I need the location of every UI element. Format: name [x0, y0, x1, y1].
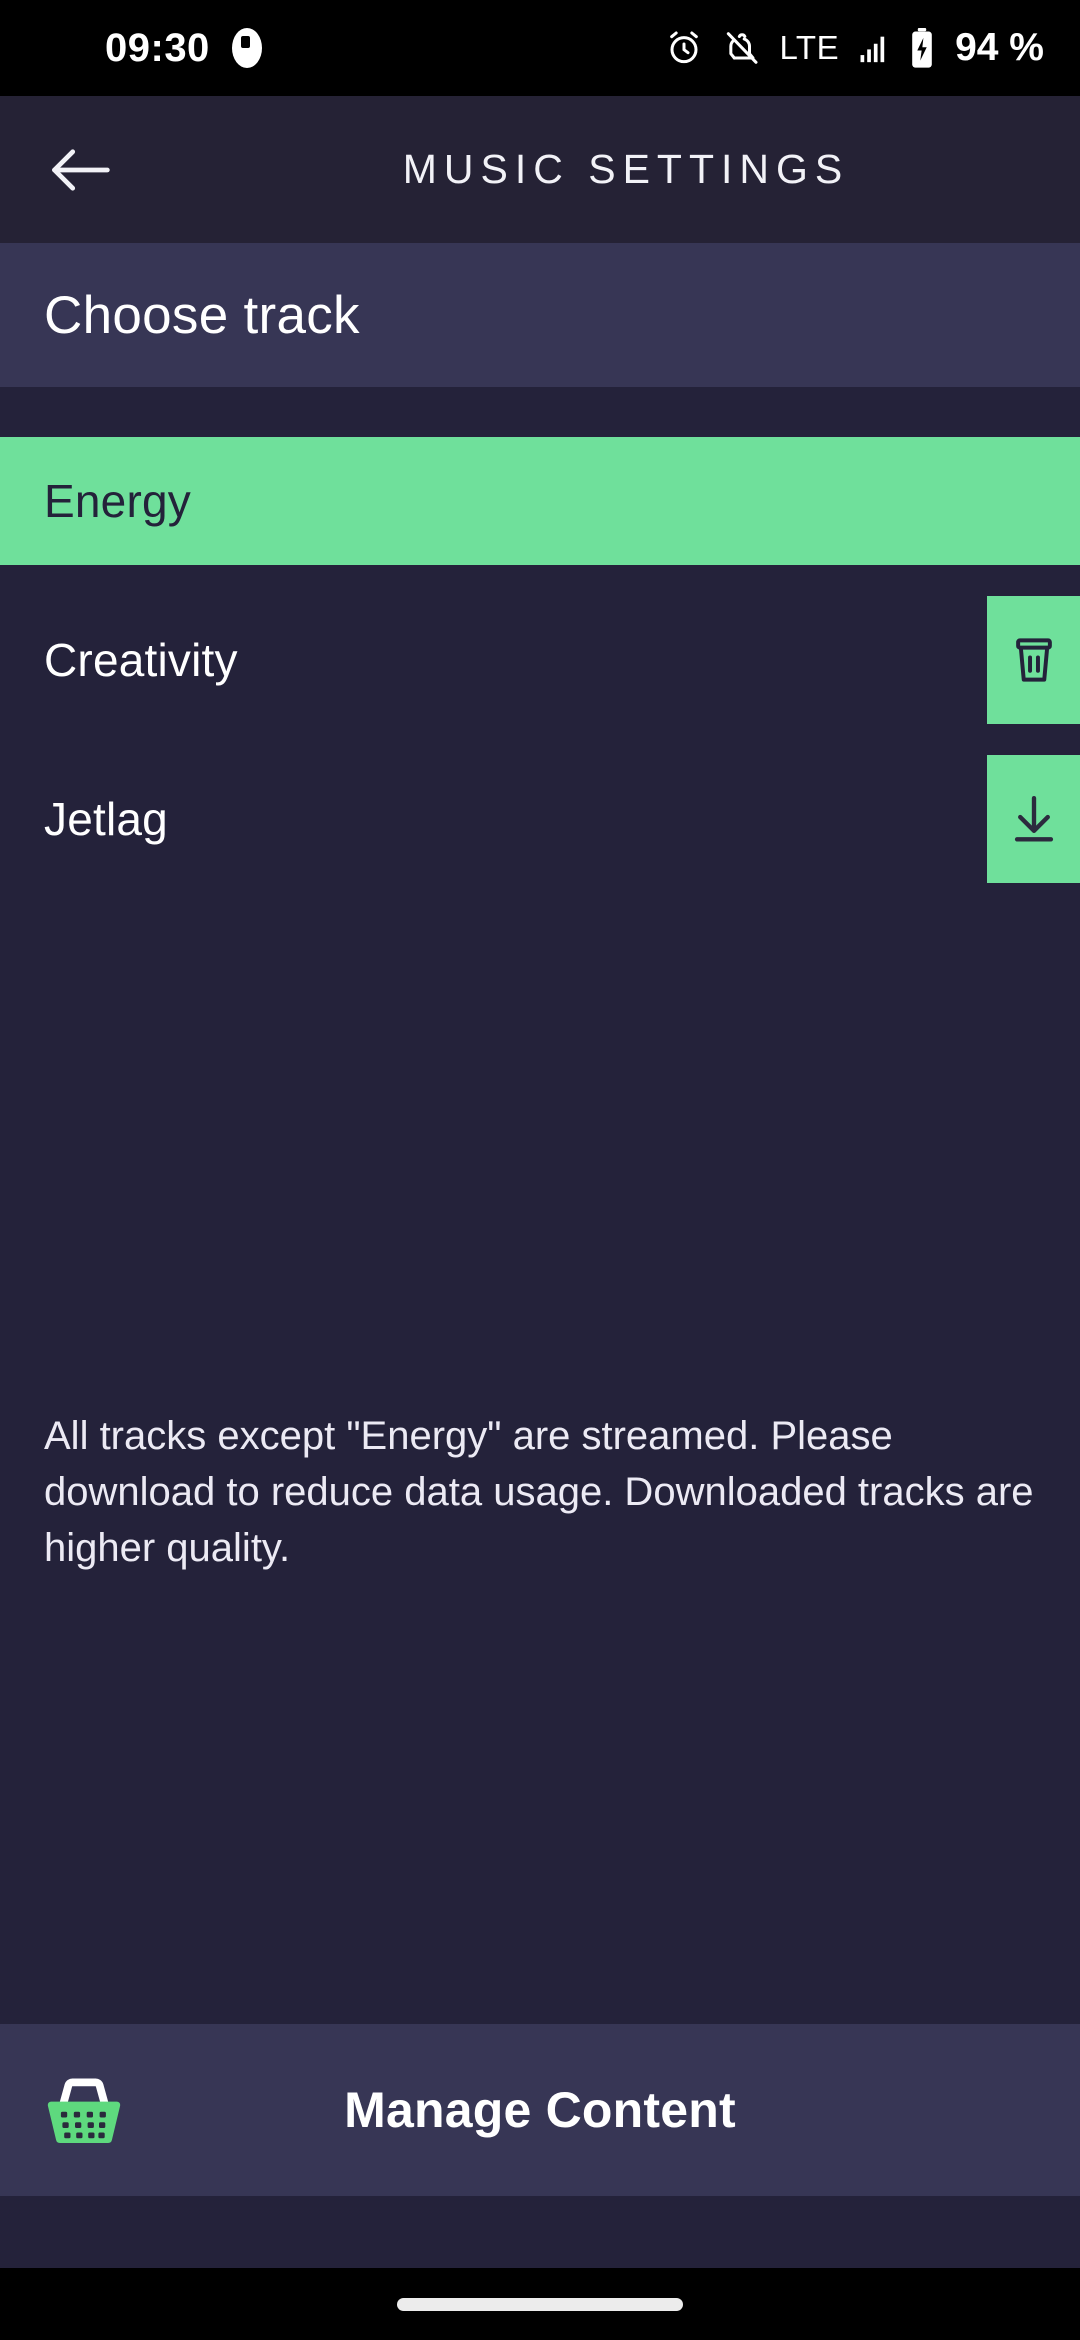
section-gap — [0, 387, 1080, 437]
track-label: Creativity — [44, 634, 238, 686]
manage-content-button[interactable]: Manage Content — [0, 2024, 1080, 2196]
signal-bars-icon — [860, 36, 885, 63]
manage-content-label: Manage Content — [344, 2082, 736, 2138]
status-bar: 09:30 LTE 94 % — [0, 0, 1080, 96]
phone-screen: 09:30 LTE 94 % MUSIC SETTINGS Choose tra… — [0, 0, 1080, 2340]
system-gesture-bar — [0, 2268, 1080, 2340]
status-bar-clock: 09:30 — [105, 26, 210, 70]
battery-percentage-label: 94 % — [955, 26, 1044, 69]
alarm-icon — [669, 31, 698, 64]
content-area: All tracks except "Energy" are streamed.… — [0, 883, 1080, 2024]
notification-dot-icon — [231, 28, 262, 68]
network-type-label: LTE — [779, 29, 840, 66]
streaming-info-note: All tracks except "Energy" are streamed.… — [44, 1414, 1034, 1570]
track-label: Energy — [44, 475, 191, 527]
bell-muted-icon — [726, 32, 758, 64]
battery-charging-icon — [912, 28, 932, 68]
download-track-button[interactable] — [987, 755, 1080, 883]
app-bar: MUSIC SETTINGS — [0, 96, 1080, 243]
track-row-jetlag[interactable]: Jetlag — [0, 755, 1080, 883]
track-row-spacer — [0, 565, 1080, 596]
delete-track-button[interactable] — [987, 596, 1080, 724]
track-row-energy[interactable]: Energy — [0, 437, 1080, 565]
page-title: MUSIC SETTINGS — [402, 146, 850, 192]
gesture-pill[interactable] — [397, 2297, 683, 2311]
track-row-creativity[interactable]: Creativity — [0, 596, 1080, 724]
status-bar-right: LTE 94 % — [664, 26, 1044, 70]
status-bar-left: 09:30 — [105, 28, 262, 68]
section-header-choose-track: Choose track — [0, 243, 1080, 387]
section-header-label: Choose track — [44, 285, 360, 345]
nav-filler — [0, 2196, 1080, 2268]
track-label: Jetlag — [44, 793, 168, 845]
download-icon — [1014, 796, 1053, 842]
track-row-spacer — [0, 724, 1080, 755]
delete-icon — [1015, 638, 1052, 682]
track-list: Energy Creativity Jetlag — [0, 437, 1080, 883]
